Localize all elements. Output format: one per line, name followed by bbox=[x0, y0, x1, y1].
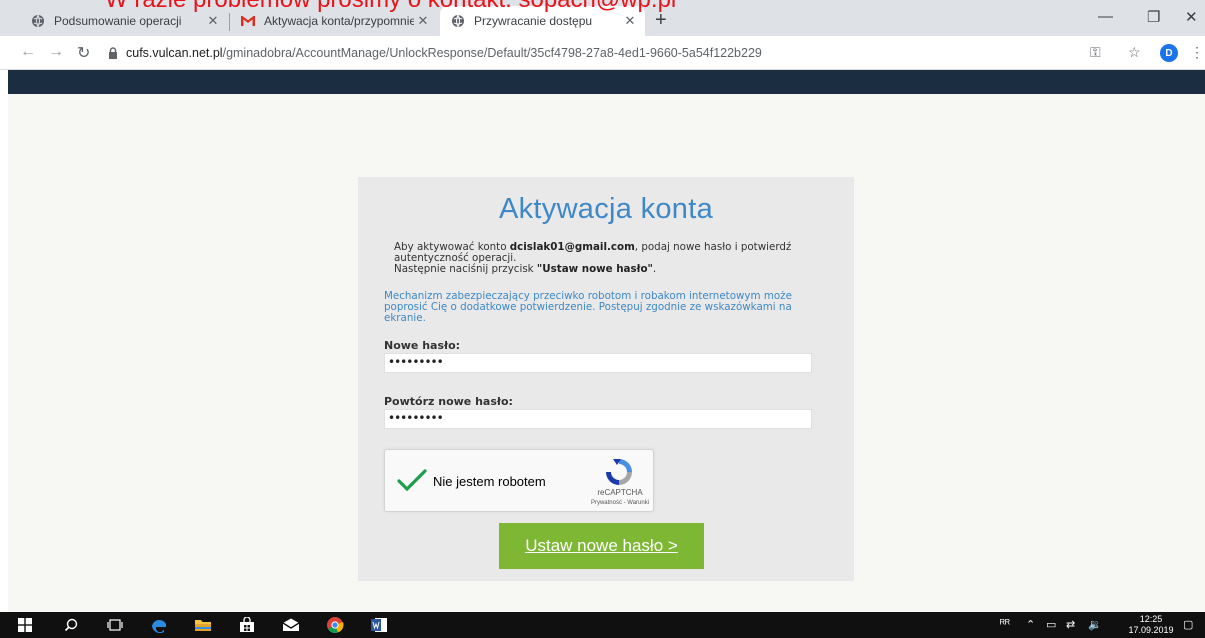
tab-aktywacja-gmail[interactable]: Aktywacja konta/przypomnienie ✕ bbox=[230, 6, 438, 36]
captcha-label: Nie jestem robotem bbox=[433, 474, 546, 489]
instructions-text: Aby aktywować konto dcislak01@gmail.com,… bbox=[394, 242, 834, 275]
page-gutter bbox=[0, 70, 8, 612]
browser-tabstrip: Podsumowanie operacji ✕ Aktywacja konta/… bbox=[0, 0, 1205, 36]
url-host: cufs.vulcan.net.pl bbox=[126, 46, 223, 60]
file-explorer-icon[interactable] bbox=[194, 616, 212, 634]
url-path: /gminadobra/AccountManage/UnlockResponse… bbox=[222, 46, 762, 60]
tab-title: Aktywacja konta/przypomnienie bbox=[264, 14, 414, 28]
close-icon[interactable]: ✕ bbox=[414, 12, 432, 30]
globe-icon bbox=[30, 13, 46, 29]
globe-icon bbox=[450, 13, 466, 29]
new-tab-button[interactable]: + bbox=[655, 10, 667, 30]
reload-icon[interactable]: ↻ bbox=[77, 43, 90, 63]
account-activation-card: Aktywacja konta Aby aktywować konto dcis… bbox=[358, 177, 854, 581]
checkmark-icon[interactable] bbox=[397, 468, 427, 492]
volume-icon[interactable]: 🔉 bbox=[1088, 618, 1102, 631]
tab-title: Przywracanie dostępu bbox=[474, 14, 593, 28]
new-password-label: Nowe hasło: bbox=[384, 339, 461, 352]
chrome-icon[interactable] bbox=[326, 616, 344, 634]
search-icon[interactable] bbox=[62, 616, 80, 634]
edge-browser-icon[interactable] bbox=[150, 616, 168, 634]
recaptcha-brand: reCAPTCHA bbox=[597, 488, 643, 497]
instructions-line2-end: . bbox=[652, 263, 657, 275]
profile-avatar[interactable]: D bbox=[1160, 44, 1178, 62]
page-title: Aktywacja konta bbox=[498, 193, 714, 225]
lock-icon bbox=[109, 47, 117, 59]
word-icon[interactable] bbox=[370, 616, 388, 634]
windows-start-icon[interactable] bbox=[16, 616, 34, 634]
instructions-line2: Następnie naciśnij przycisk bbox=[394, 263, 537, 275]
page-viewport: Aktywacja konta Aby aktywować konto dcis… bbox=[0, 70, 1205, 612]
clock-date: 17.09.2019 bbox=[1128, 625, 1174, 635]
chevron-up-icon[interactable]: ⌃ bbox=[1026, 618, 1035, 631]
new-password-input[interactable]: ••••••••• bbox=[384, 353, 812, 373]
repeat-password-label: Powtórz nowe hasło: bbox=[384, 395, 513, 408]
button-name-quote: "Ustaw nowe hasło" bbox=[536, 263, 653, 275]
menu-kebab-icon[interactable]: ⋮ bbox=[1190, 44, 1204, 61]
tab-przywracanie-active[interactable]: Przywracanie dostępu ✕ bbox=[440, 6, 645, 36]
store-bag-icon[interactable] bbox=[238, 616, 256, 634]
clock-time: 12:25 bbox=[1139, 614, 1163, 624]
battery-icon[interactable]: ▭ bbox=[1046, 618, 1056, 631]
site-header-bar bbox=[8, 70, 1205, 94]
task-view-icon[interactable] bbox=[106, 616, 124, 634]
taskbar-clock[interactable]: 12:25 17.09.2019 bbox=[1128, 614, 1174, 636]
back-arrow-icon[interactable]: ← bbox=[20, 43, 36, 61]
close-icon[interactable]: ✕ bbox=[621, 12, 639, 30]
set-new-password-button[interactable]: Ustaw nowe hasło > bbox=[499, 523, 704, 569]
windows-taskbar: ᴿᴿ ⌃ ▭ ⇄ 🔉 12:25 17.09.2019 ▢ bbox=[0, 612, 1205, 638]
key-icon[interactable]: ⚿ bbox=[1090, 44, 1101, 61]
tab-title: Podsumowanie operacji bbox=[54, 14, 182, 28]
anti-bot-info-text: Mechanizm zabezpieczający przeciwko robo… bbox=[384, 290, 792, 324]
people-icon[interactable]: ᴿᴿ bbox=[1000, 618, 1010, 630]
recaptcha-links[interactable]: Prywatność - Warunki bbox=[565, 500, 675, 506]
recaptcha-logo-icon bbox=[606, 459, 632, 485]
repeat-password-input[interactable]: ••••••••• bbox=[384, 409, 812, 429]
browser-toolbar: ← → ↻ cufs.vulcan.net.pl/gminadobra/Acco… bbox=[0, 36, 1205, 70]
gmail-icon bbox=[240, 13, 256, 29]
restore-icon[interactable]: ❐ bbox=[1147, 8, 1160, 26]
address-bar[interactable]: cufs.vulcan.net.pl/gminadobra/AccountMan… bbox=[108, 40, 1108, 66]
minimize-icon[interactable]: — bbox=[1098, 8, 1113, 25]
network-icon[interactable]: ⇄ bbox=[1066, 618, 1075, 631]
window-close-icon[interactable]: ✕ bbox=[1185, 8, 1198, 26]
notifications-icon[interactable]: ▢ bbox=[1183, 618, 1193, 631]
recaptcha-widget: Nie jestem robotem reCAPTCHA Prywatność … bbox=[384, 449, 654, 512]
star-icon[interactable]: ☆ bbox=[1128, 44, 1141, 61]
tab-podsumowanie[interactable]: Podsumowanie operacji ✕ bbox=[20, 6, 228, 36]
account-email: dcislak01@gmail.com bbox=[509, 241, 635, 253]
close-icon[interactable]: ✕ bbox=[204, 12, 222, 30]
mail-icon[interactable] bbox=[282, 616, 300, 634]
forward-arrow-icon[interactable]: → bbox=[48, 43, 64, 61]
